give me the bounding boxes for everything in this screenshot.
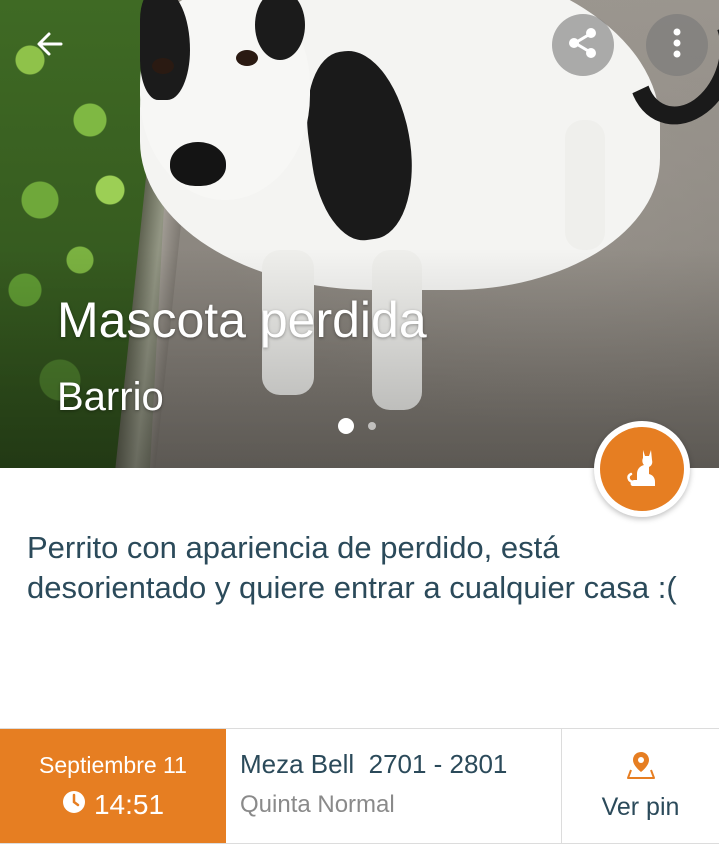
cat-icon <box>619 444 665 495</box>
report-subtitle: Barrio <box>57 375 164 419</box>
commune-name: Quinta Normal <box>240 791 395 818</box>
carousel-dot-active[interactable] <box>338 418 354 434</box>
address-cell: Meza Bell 2701 - 2801 Quinta Normal <box>226 729 562 843</box>
report-title: Mascota perdida <box>57 292 427 348</box>
report-description: Perrito con apariencia de perdido, está … <box>27 530 677 605</box>
more-vertical-icon <box>672 26 682 65</box>
hero-image[interactable]: Mascota perdida Barrio <box>0 0 719 468</box>
report-date: Septiembre 11 <box>39 752 187 778</box>
dog-eye <box>236 50 258 66</box>
map-pin-icon <box>626 750 656 785</box>
category-button-fill <box>600 427 684 511</box>
dog-nose <box>170 142 226 186</box>
street-address: Meza Bell 2701 - 2801 <box>240 749 508 779</box>
carousel-dot[interactable] <box>368 422 376 430</box>
carousel-indicator <box>338 418 376 434</box>
share-icon <box>566 26 600 65</box>
share-button[interactable] <box>552 14 614 76</box>
dog-eye <box>152 58 174 74</box>
report-time-row: 14:51 <box>62 788 164 822</box>
report-time: 14:51 <box>93 789 165 820</box>
date-time-cell: Septiembre 11 14:51 <box>0 729 226 843</box>
back-button[interactable] <box>30 26 70 66</box>
category-button[interactable] <box>594 421 690 517</box>
more-options-button[interactable] <box>646 14 708 76</box>
view-pin-button[interactable]: Ver pin <box>562 729 719 843</box>
info-bar: Septiembre 11 14:51 Meza Bell 2701 - 280… <box>0 728 719 844</box>
dog-ear <box>140 0 190 100</box>
arrow-left-icon <box>35 29 65 64</box>
clock-icon <box>62 788 86 822</box>
view-pin-label: Ver pin <box>601 792 680 821</box>
dog-leg <box>565 120 605 250</box>
